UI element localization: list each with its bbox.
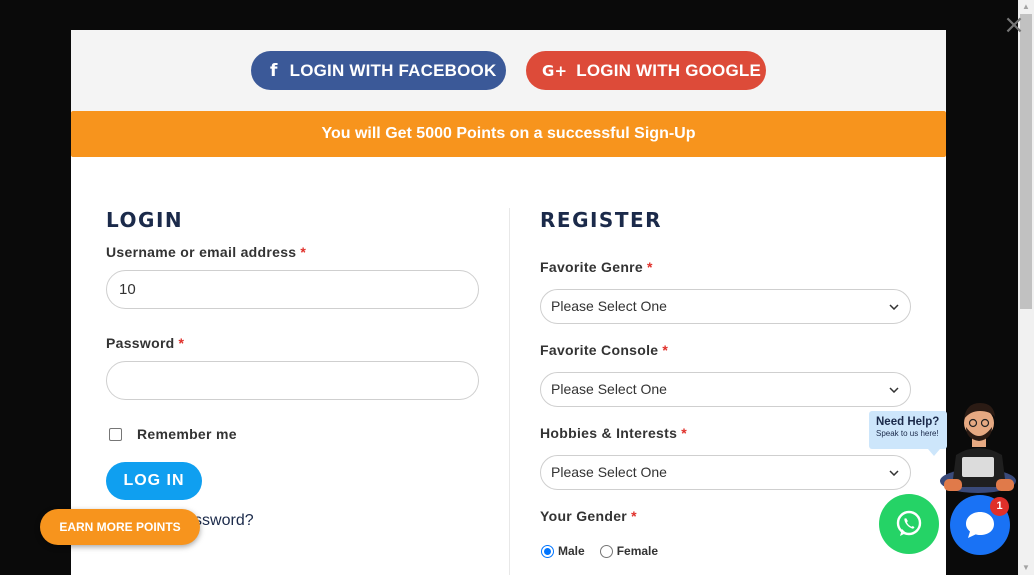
remember-me-label: Remember me <box>137 426 237 442</box>
favorite-console-select[interactable]: Please Select One <box>540 372 911 407</box>
scroll-down-arrow-icon[interactable]: ▼ <box>1018 561 1034 575</box>
register-title: REGISTER <box>540 208 663 232</box>
column-divider <box>509 208 510 575</box>
chat-unread-badge: 1 <box>990 497 1009 516</box>
required-mark: * <box>647 259 653 275</box>
username-label: Username or email address * <box>106 244 306 260</box>
hobbies-interests-label: Hobbies & Interests * <box>540 425 687 441</box>
favorite-console-label-text: Favorite Console <box>540 342 659 358</box>
gender-label-text: Your Gender <box>540 508 628 524</box>
gender-option-female[interactable]: Female <box>599 544 659 558</box>
gender-male-label: Male <box>558 544 585 558</box>
need-help-title: Need Help? <box>876 416 940 428</box>
facebook-icon: f <box>270 60 278 81</box>
required-mark: * <box>662 342 669 358</box>
need-help-bubble[interactable]: Need Help? Speak to us here! <box>869 411 947 449</box>
whatsapp-icon <box>896 510 922 536</box>
support-agent-illustration[interactable] <box>938 395 1020 497</box>
favorite-genre-label: Favorite Genre * <box>540 259 653 275</box>
hobbies-interests-select[interactable]: Please Select One <box>540 455 911 490</box>
whatsapp-button[interactable] <box>879 494 939 554</box>
social-login-bar: f LOGIN WITH FACEBOOK G+ LOGIN WITH GOOG… <box>71 30 946 111</box>
favorite-genre-select[interactable]: Please Select One <box>540 289 911 324</box>
signup-points-banner: You will Get 5000 Points on a successful… <box>71 111 946 157</box>
gender-option-male[interactable]: Male <box>541 544 585 558</box>
required-mark: * <box>300 244 307 260</box>
earn-more-points-button[interactable]: EARN MORE POINTS <box>40 509 200 545</box>
facebook-button-label: LOGIN WITH FACEBOOK <box>289 60 497 80</box>
login-register-modal: f LOGIN WITH FACEBOOK G+ LOGIN WITH GOOG… <box>71 30 946 575</box>
login-with-google-button[interactable]: G+ LOGIN WITH GOOGLE <box>526 51 766 90</box>
google-button-label: LOGIN WITH GOOGLE <box>576 60 762 80</box>
favorite-genre-value: Please Select One <box>551 298 667 314</box>
gender-radio-group: Male Female <box>541 544 673 558</box>
chevron-down-icon <box>888 290 900 323</box>
required-mark: * <box>178 335 185 351</box>
password-input[interactable] <box>106 361 479 400</box>
scrollbar-thumb[interactable] <box>1020 14 1032 309</box>
hobbies-interests-value: Please Select One <box>551 464 667 480</box>
close-icon[interactable]: × <box>1003 12 1025 38</box>
google-plus-icon: G+ <box>542 61 568 80</box>
favorite-console-value: Please Select One <box>551 381 667 397</box>
gender-label: Your Gender * <box>540 508 637 524</box>
chat-bubble-icon <box>966 512 994 538</box>
username-input[interactable] <box>106 270 479 309</box>
gender-female-radio[interactable] <box>599 544 613 558</box>
chevron-down-icon <box>888 456 900 489</box>
login-with-facebook-button[interactable]: f LOGIN WITH FACEBOOK <box>251 51 506 90</box>
password-label: Password * <box>106 335 184 351</box>
password-label-text: Password <box>106 335 175 351</box>
gender-male-radio[interactable] <box>541 544 554 558</box>
remember-me-row: Remember me <box>109 426 237 442</box>
hobbies-interests-label-text: Hobbies & Interests <box>540 425 678 441</box>
favorite-console-label: Favorite Console * <box>540 342 668 358</box>
username-label-text: Username or email address <box>106 244 297 260</box>
required-mark: * <box>631 508 637 524</box>
required-mark: * <box>681 425 687 441</box>
favorite-genre-label-text: Favorite Genre <box>540 259 644 275</box>
remember-me-checkbox[interactable] <box>109 427 122 441</box>
login-submit-button[interactable]: LOG IN <box>106 462 202 500</box>
chevron-down-icon <box>888 373 900 406</box>
need-help-subtitle: Speak to us here! <box>876 429 939 438</box>
gender-female-label: Female <box>616 544 659 558</box>
login-title: LOGIN <box>106 208 184 232</box>
